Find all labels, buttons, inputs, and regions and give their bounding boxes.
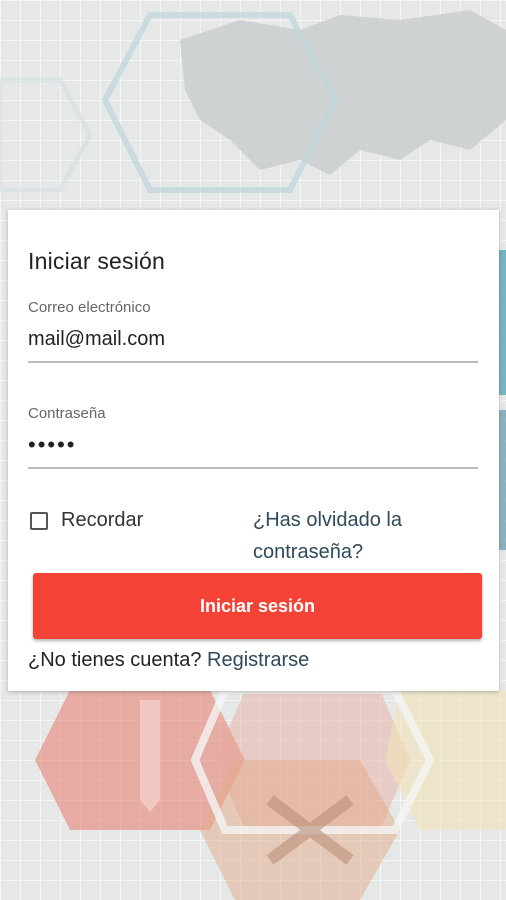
email-underline	[28, 361, 478, 363]
hex-outline-top-left	[0, 77, 93, 193]
forgot-password-link[interactable]: ¿Has olvidado la contraseña?	[253, 504, 453, 568]
password-underline	[28, 467, 478, 469]
hex-right-blue	[499, 250, 506, 395]
password-field-group: Contraseña	[28, 405, 478, 469]
remember-row[interactable]: Recordar	[28, 509, 143, 532]
signup-row: ¿No tienes cuenta? Registrarse	[28, 649, 309, 672]
email-label: Correo electrónico	[28, 299, 151, 316]
no-account-text: ¿No tienes cuenta?	[28, 649, 202, 671]
password-field[interactable]	[28, 432, 478, 458]
remember-checkbox[interactable]	[30, 511, 48, 530]
page-title: Iniciar sesión	[28, 248, 166, 274]
remember-label: Recordar	[61, 509, 144, 531]
world-map-shape	[180, 10, 506, 175]
login-card: Iniciar sesión Correo electrónico Contra…	[8, 210, 499, 691]
register-link[interactable]: Registrarse	[207, 649, 309, 671]
pipe-tool-shape	[140, 700, 160, 812]
password-label: Contraseña	[28, 405, 106, 422]
email-field-group: Correo electrónico	[28, 299, 478, 363]
hex-right-teal	[499, 410, 506, 550]
login-button[interactable]: Iniciar sesión	[33, 573, 482, 639]
email-field[interactable]	[28, 326, 478, 352]
